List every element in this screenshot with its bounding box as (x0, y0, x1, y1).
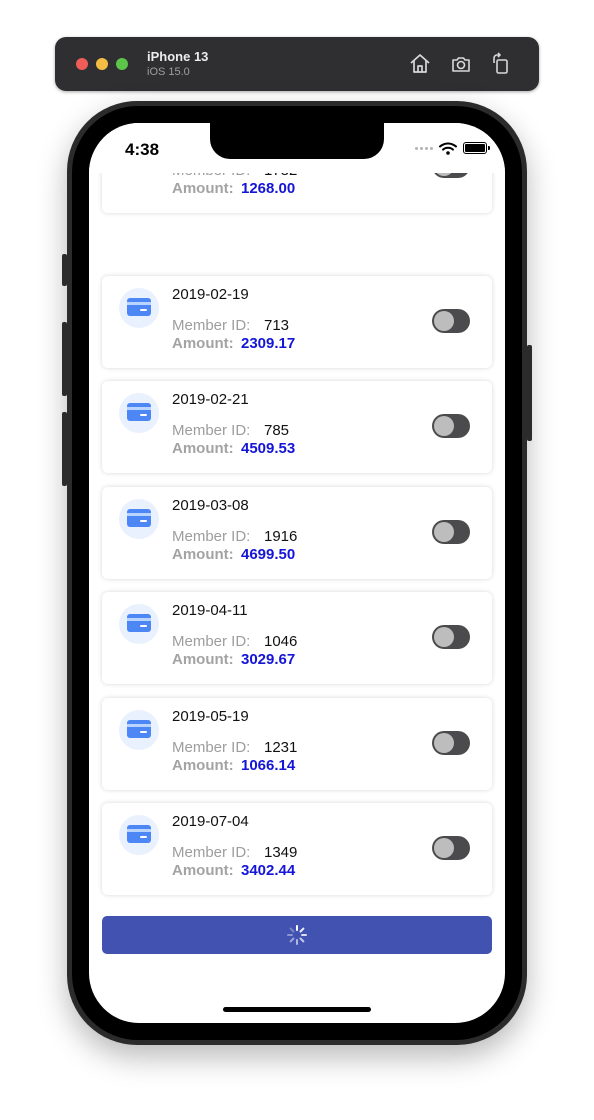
loading-spinner-icon (287, 925, 307, 945)
toggle-knob (434, 733, 454, 753)
amount-label: Amount: (172, 440, 234, 457)
amount-value: 3029.67 (241, 651, 296, 668)
power-button (527, 345, 532, 441)
toggle-knob (434, 627, 454, 647)
home-indicator[interactable] (223, 1007, 371, 1012)
member-id-value: 1916 (264, 528, 298, 545)
toggle-knob (434, 311, 454, 331)
zoom-window-button[interactable] (116, 58, 128, 70)
phone-screen: 2019-01-10 Member ID:1782 Amount:1268.00… (89, 123, 505, 1023)
member-id-label: Member ID: (172, 844, 251, 861)
rotate-icon[interactable] (489, 52, 513, 76)
cellular-dots-icon (415, 146, 433, 150)
credit-card-icon (119, 710, 159, 750)
amount-label: Amount: (172, 335, 234, 352)
transaction-date: 2019-03-08 (172, 497, 249, 514)
credit-card-icon (119, 499, 159, 539)
screenshot-icon[interactable] (449, 52, 473, 76)
member-id-label: Member ID: (172, 739, 251, 756)
toggle-knob (434, 416, 454, 436)
member-id-value: 785 (264, 422, 290, 439)
transaction-toggle[interactable] (432, 625, 470, 649)
minimize-window-button[interactable] (96, 58, 108, 70)
member-id-label: Member ID: (172, 317, 251, 334)
credit-card-icon (119, 815, 159, 855)
notch (210, 123, 384, 159)
amount-value: 1066.14 (241, 757, 296, 774)
amount-value: 3402.44 (241, 862, 296, 879)
volume-down-button (62, 412, 67, 486)
transaction-card[interactable]: 2019-02-19 Member ID: 713 Amount: 2309.17 (102, 276, 492, 368)
member-id-value: 1349 (264, 844, 298, 861)
amount-label: Amount: (172, 757, 234, 774)
status-time: 4:38 (125, 140, 160, 159)
transaction-card[interactable]: 2019-03-08 Member ID: 1916 Amount: 4699.50 (102, 487, 492, 579)
device-name: iPhone 13 (147, 49, 209, 64)
status-icons (415, 140, 490, 156)
mute-switch (62, 254, 67, 286)
wifi-icon (439, 142, 457, 155)
credit-card-icon (119, 604, 159, 644)
os-version: iOS 15.0 (147, 66, 190, 78)
amount-label: Amount: (172, 180, 234, 197)
volume-up-button (62, 322, 67, 396)
transaction-card[interactable]: 2019-02-21 Member ID: 785 Amount: 4509.53 (102, 381, 492, 473)
simulator-title-bar: iPhone 13 iOS 15.0 (55, 37, 539, 91)
transaction-date: 2019-02-21 (172, 391, 249, 408)
credit-card-icon (119, 288, 159, 328)
amount-label: Amount: (172, 862, 234, 879)
home-icon[interactable] (408, 52, 432, 76)
close-window-button[interactable] (76, 58, 88, 70)
transaction-card[interactable]: 2019-07-04 Member ID: 1349 Amount: 3402.44 (102, 803, 492, 895)
amount-value: 1268.00 (241, 180, 296, 197)
transaction-date: 2019-02-19 (172, 286, 249, 303)
amount-value: 4509.53 (241, 440, 296, 457)
transaction-date: 2019-05-19 (172, 708, 249, 725)
credit-card-icon (119, 393, 159, 433)
transaction-date: 2019-04-11 (172, 602, 248, 619)
transaction-toggle[interactable] (432, 520, 470, 544)
amount-value: 2309.17 (241, 335, 296, 352)
member-id-label: Member ID: (172, 528, 251, 545)
transaction-card[interactable]: 2019-05-19 Member ID: 1231 Amount: 1066.14 (102, 698, 492, 790)
transaction-toggle[interactable] (432, 731, 470, 755)
transaction-card[interactable]: 2019-04-11 Member ID: 1046 Amount: 3029.67 (102, 592, 492, 684)
amount-label: Amount: (172, 651, 234, 668)
battery-icon (463, 142, 490, 154)
amount-label: Amount: (172, 546, 234, 563)
member-id-label: Member ID: (172, 633, 251, 650)
member-id-value: 713 (264, 317, 290, 334)
transaction-toggle[interactable] (432, 836, 470, 860)
member-id-label: Member ID: (172, 422, 251, 439)
member-id-value: 1231 (264, 739, 298, 756)
member-id-value: 1046 (264, 633, 298, 650)
transaction-toggle[interactable] (432, 414, 470, 438)
amount-value: 4699.50 (241, 546, 296, 563)
transaction-toggle[interactable] (432, 309, 470, 333)
toggle-knob (434, 838, 454, 858)
toggle-knob (434, 522, 454, 542)
status-bar: 4:38 (89, 123, 505, 173)
submit-button[interactable] (102, 916, 492, 954)
transaction-date: 2019-07-04 (172, 813, 249, 830)
